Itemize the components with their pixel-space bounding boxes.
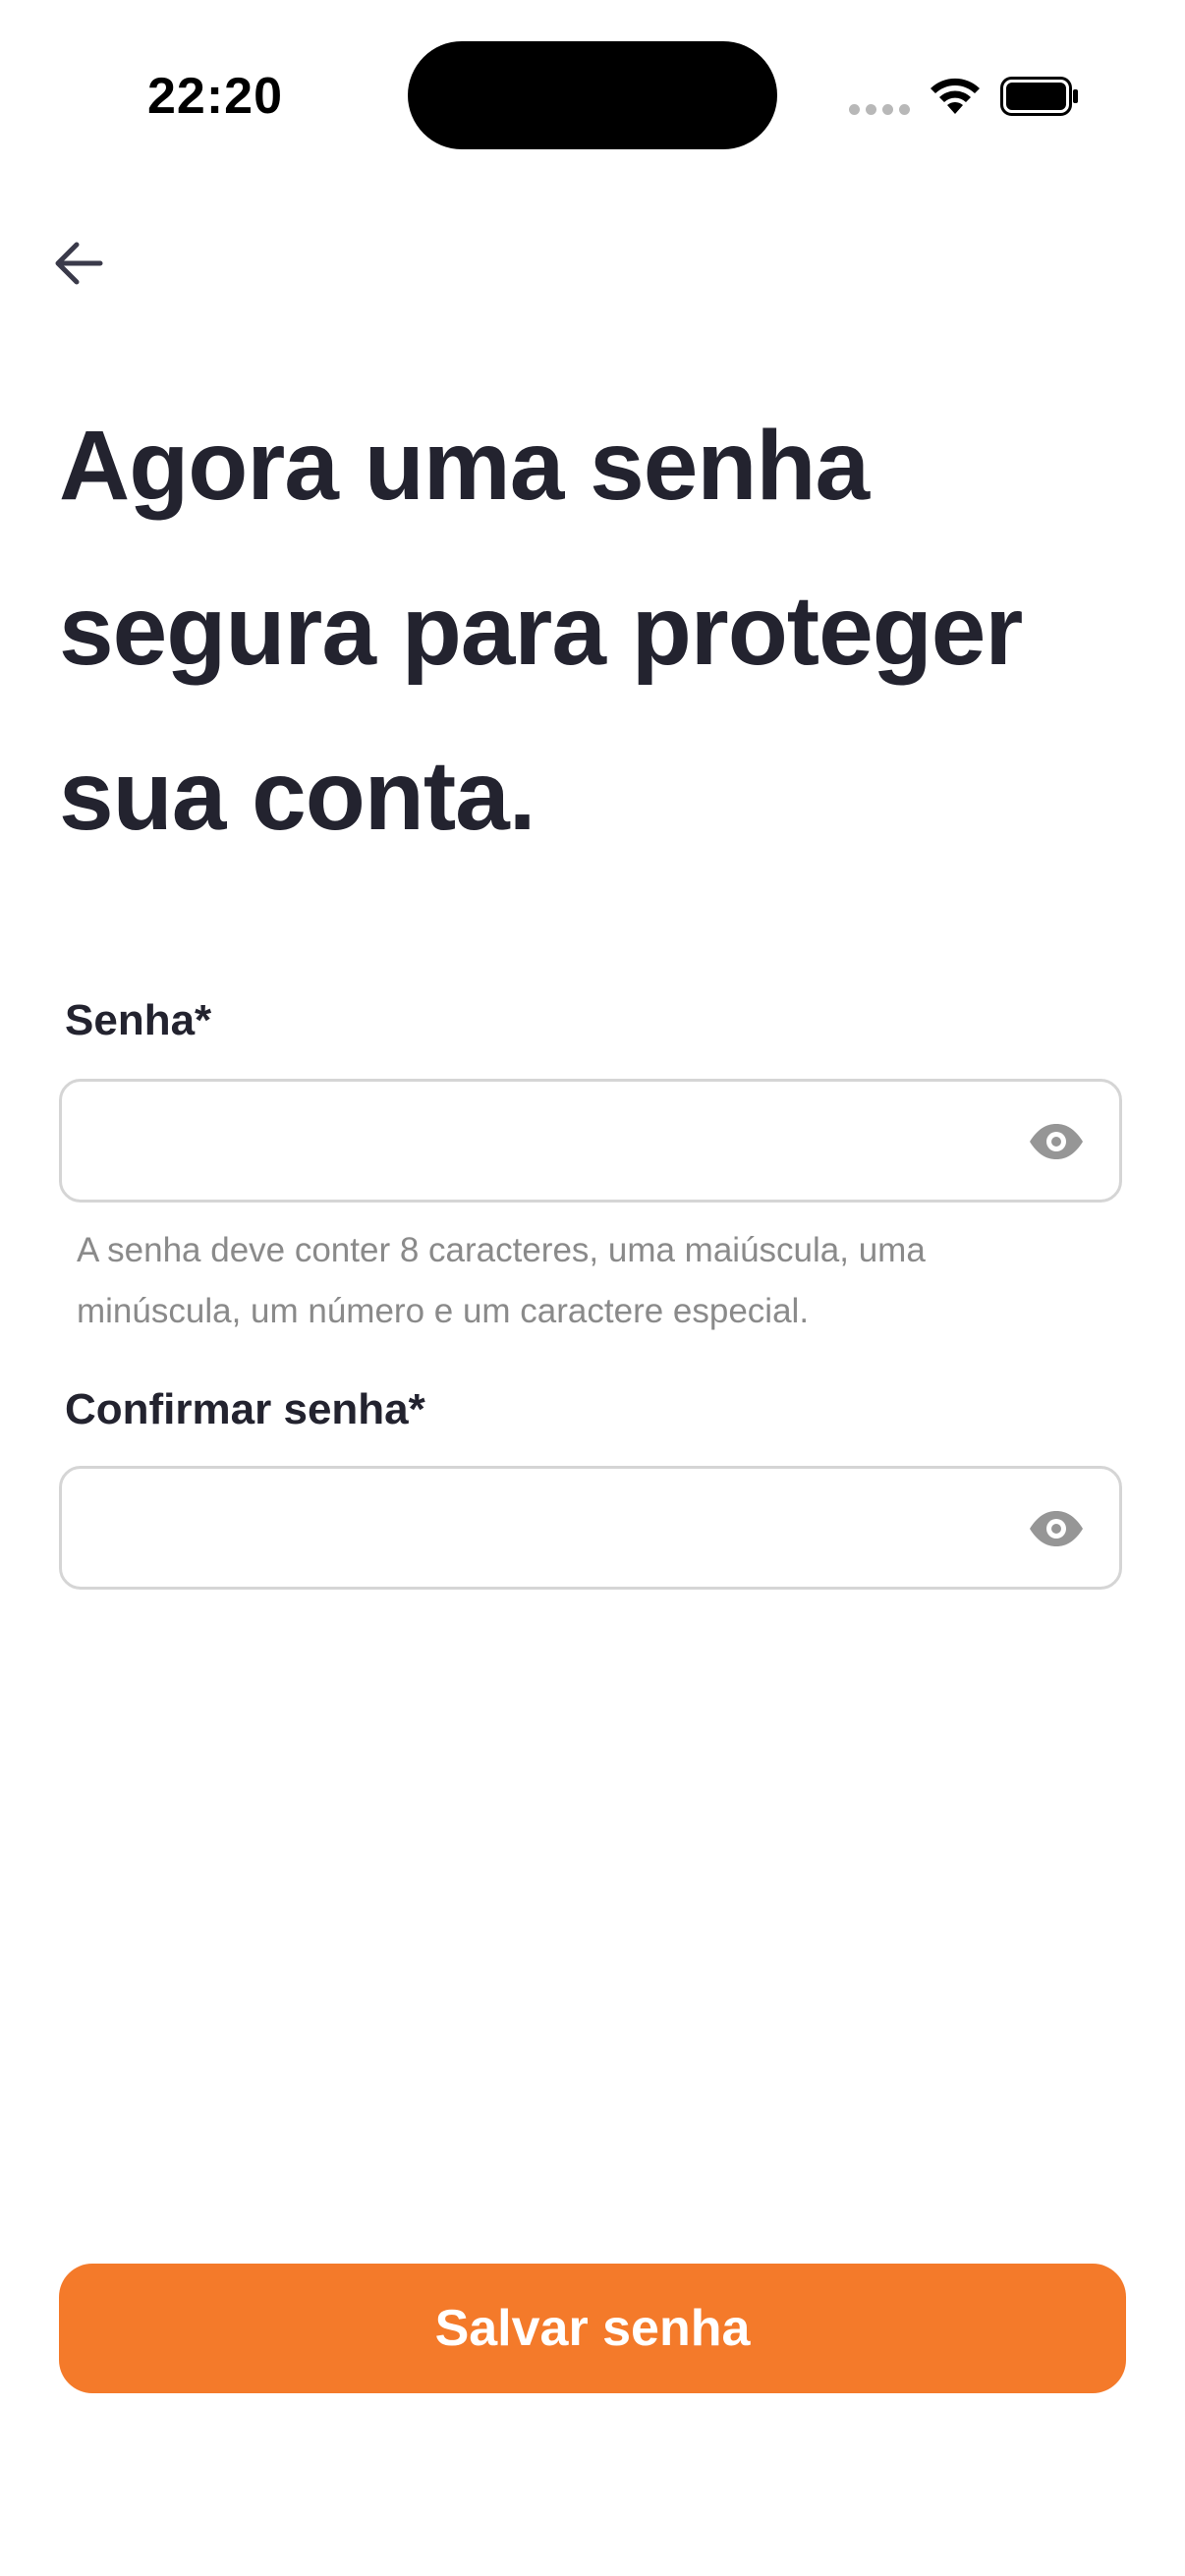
password-label: Senha* (65, 996, 212, 1044)
status-time: 22:20 (147, 68, 283, 125)
eye-icon (1030, 1511, 1083, 1546)
back-button[interactable] (39, 224, 118, 303)
password-hint: A senha deve conter 8 caracteres, uma ma… (77, 1220, 1118, 1342)
eye-icon (1030, 1124, 1083, 1159)
password-visibility-toggle[interactable] (1027, 1117, 1086, 1166)
confirm-password-input[interactable] (85, 1488, 974, 1569)
confirm-password-visibility-toggle[interactable] (1027, 1504, 1086, 1553)
arrow-left-icon (55, 242, 103, 285)
confirm-password-field[interactable] (59, 1466, 1122, 1590)
password-input[interactable] (85, 1101, 974, 1182)
page-title-line: segura para proteger (59, 576, 1023, 686)
wifi-icon (931, 78, 980, 114)
page-title-line: sua conta. (59, 741, 536, 851)
password-field[interactable] (59, 1079, 1122, 1203)
cellular-signal-icon (849, 104, 910, 115)
battery-icon (1000, 77, 1078, 116)
password-hint-line: minúscula, um número e um caractere espe… (77, 1292, 810, 1330)
page-title-line: Agora uma senha (59, 411, 870, 521)
dynamic-island (408, 41, 777, 149)
save-password-button[interactable]: Salvar senha (59, 2264, 1126, 2393)
page-title: Agora uma senha segura para proteger sua… (59, 383, 1140, 878)
confirm-password-label: Confirmar senha* (65, 1385, 425, 1433)
password-hint-line: A senha deve conter 8 caracteres, uma ma… (77, 1231, 926, 1269)
